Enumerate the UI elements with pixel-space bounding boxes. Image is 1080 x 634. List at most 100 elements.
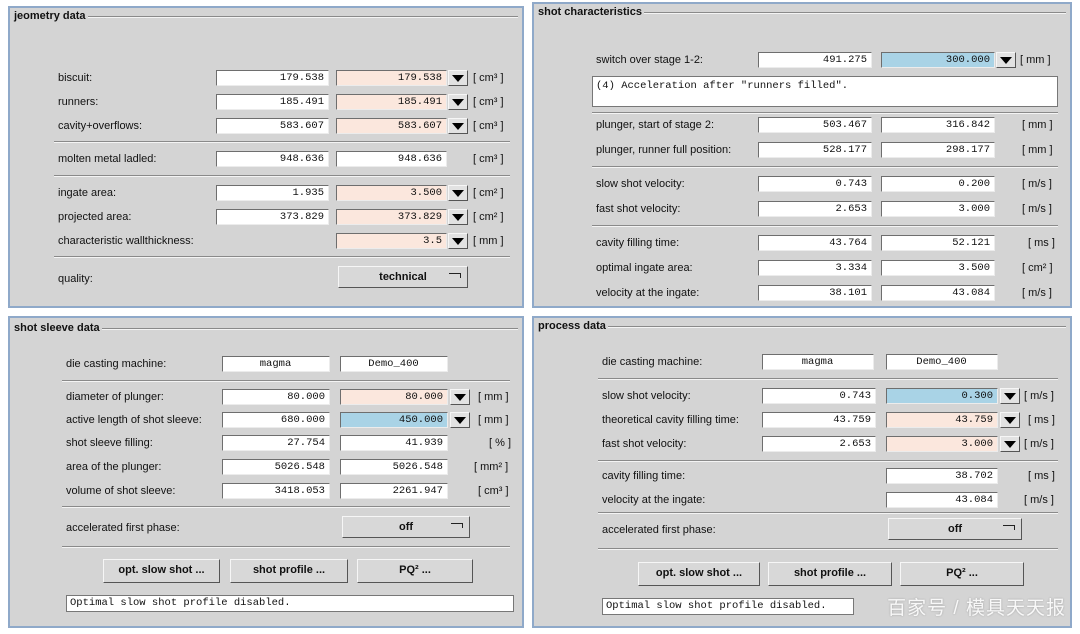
quality-option-menu[interactable]: technical bbox=[338, 266, 468, 288]
biscuit-calc-field[interactable]: 179.538 bbox=[216, 70, 329, 86]
pq2-button[interactable]: PQ² ... bbox=[357, 559, 473, 583]
switch-over-dropdown-button[interactable] bbox=[996, 52, 1016, 68]
switch-over-label: switch over stage 1-2: bbox=[596, 54, 703, 66]
diameter-plunger-label: diameter of plunger: bbox=[66, 391, 164, 403]
velocity-ingate-label: velocity at the ingate: bbox=[596, 287, 700, 299]
opt-slow-shot-button[interactable]: opt. slow shot ... bbox=[638, 562, 760, 586]
active-length-calc-field[interactable]: 680.000 bbox=[222, 412, 330, 428]
slow-shot-velocity-dropdown-button[interactable] bbox=[1000, 388, 1020, 404]
shot-profile-button[interactable]: shot profile ... bbox=[230, 559, 348, 583]
runners-calc-field[interactable]: 185.491 bbox=[216, 94, 329, 110]
accelerated-first-phase-option-menu[interactable]: off bbox=[888, 518, 1022, 540]
ingate-area-calc-field[interactable]: 1.935 bbox=[216, 185, 329, 201]
fast-shot-velocity-dropdown-button[interactable] bbox=[1000, 436, 1020, 452]
biscuit-dropdown-button[interactable] bbox=[448, 70, 468, 86]
shot-characteristics-panel: shot characteristics switch over stage 1… bbox=[532, 2, 1072, 308]
die-casting-machine-label: die casting machine: bbox=[66, 358, 167, 370]
theoretical-filling-time-dropdown-button[interactable] bbox=[1000, 412, 1020, 428]
active-length-value-field[interactable]: 450.000 bbox=[340, 412, 448, 428]
cavity-overflows-value-field[interactable]: 583.607 bbox=[336, 118, 447, 134]
fast-shot-velocity-label: fast shot velocity: bbox=[596, 203, 681, 215]
unit-label: [ cm³ ] bbox=[473, 96, 504, 108]
volume-shot-sleeve-calc-field[interactable]: 3418.053 bbox=[222, 483, 330, 499]
unit-label: [ cm² ] bbox=[473, 211, 504, 223]
optimal-ingate-area-value-field: 3.500 bbox=[881, 260, 995, 276]
accelerated-first-phase-value: off bbox=[398, 521, 414, 533]
shot-profile-button[interactable]: shot profile ... bbox=[768, 562, 892, 586]
theoretical-filling-time-label: theoretical cavity filling time: bbox=[602, 414, 739, 426]
section-divider bbox=[598, 512, 1058, 514]
shot-sleeve-filling-calc-field[interactable]: 27.754 bbox=[222, 435, 330, 451]
theoretical-filling-time-value-field[interactable]: 43.759 bbox=[886, 412, 998, 428]
diameter-plunger-calc-field[interactable]: 80.000 bbox=[222, 389, 330, 405]
wallthickness-value-field[interactable]: 3.5 bbox=[336, 233, 447, 249]
projected-area-calc-field[interactable]: 373.829 bbox=[216, 209, 329, 225]
machine-value-field[interactable]: Demo_400 bbox=[340, 356, 448, 372]
theoretical-filling-time-calc-field[interactable]: 43.759 bbox=[762, 412, 876, 428]
runners-value-field[interactable]: 185.491 bbox=[336, 94, 447, 110]
slow-shot-velocity-calc-field[interactable]: 0.743 bbox=[758, 176, 872, 192]
machine-calc-field[interactable]: magma bbox=[762, 354, 874, 370]
machine-value-field[interactable]: Demo_400 bbox=[886, 354, 998, 370]
slow-shot-velocity-value-field[interactable]: 0.300 bbox=[886, 388, 998, 404]
section-divider bbox=[54, 256, 510, 258]
unit-label: [ ms ] bbox=[1028, 470, 1055, 482]
projected-area-value-field[interactable]: 373.829 bbox=[336, 209, 447, 225]
velocity-ingate-calc-field[interactable]: 38.101 bbox=[758, 285, 872, 301]
machine-calc-field[interactable]: magma bbox=[222, 356, 330, 372]
runners-label: runners: bbox=[58, 96, 99, 108]
quality-label: quality: bbox=[58, 273, 93, 285]
switch-over-value-field[interactable]: 300.000 bbox=[881, 52, 995, 68]
fast-shot-velocity-value-field[interactable]: 3.000 bbox=[886, 436, 998, 452]
fast-shot-velocity-label: fast shot velocity: bbox=[602, 438, 687, 450]
area-plunger-value-field: 5026.548 bbox=[340, 459, 448, 475]
fast-shot-velocity-calc-field[interactable]: 2.653 bbox=[758, 201, 872, 217]
slow-shot-velocity-label: slow shot velocity: bbox=[602, 390, 691, 402]
stage-message-box: (4) Acceleration after "runners filled". bbox=[592, 76, 1058, 107]
geometry-data-panel: jeometry data biscuit: 179.538 179.538 [… bbox=[8, 6, 524, 308]
ingate-area-dropdown-button[interactable] bbox=[448, 185, 468, 201]
molten-metal-calc-field[interactable]: 948.636 bbox=[216, 151, 329, 167]
biscuit-label: biscuit: bbox=[58, 72, 93, 84]
unit-label: [ cm³ ] bbox=[478, 485, 509, 497]
opt-slow-shot-button[interactable]: opt. slow shot ... bbox=[103, 559, 220, 583]
panel-title: process data bbox=[536, 320, 608, 332]
fast-shot-velocity-calc-field[interactable]: 2.653 bbox=[762, 436, 876, 452]
section-divider bbox=[62, 380, 510, 382]
option-menu-icon bbox=[1003, 525, 1015, 530]
section-divider bbox=[592, 166, 1058, 168]
unit-label: [ m/s ] bbox=[1022, 287, 1052, 299]
quality-value: technical bbox=[379, 271, 427, 283]
runners-dropdown-button[interactable] bbox=[448, 94, 468, 110]
shot-sleeve-filling-label: shot sleeve filling: bbox=[66, 437, 153, 449]
optimal-ingate-area-calc-field[interactable]: 3.334 bbox=[758, 260, 872, 276]
ingate-area-value-field[interactable]: 3.500 bbox=[336, 185, 447, 201]
status-message: Optimal slow shot profile disabled. bbox=[66, 595, 514, 612]
cavity-overflows-calc-field[interactable]: 583.607 bbox=[216, 118, 329, 134]
slow-shot-velocity-calc-field[interactable]: 0.743 bbox=[762, 388, 876, 404]
section-divider bbox=[62, 506, 510, 508]
diameter-plunger-value-field[interactable]: 80.000 bbox=[340, 389, 448, 405]
wallthickness-dropdown-button[interactable] bbox=[448, 233, 468, 249]
plunger-runner-full-calc-field[interactable]: 528.177 bbox=[758, 142, 872, 158]
wallthickness-label: characteristic wallthickness: bbox=[58, 235, 194, 247]
biscuit-value-field[interactable]: 179.538 bbox=[336, 70, 447, 86]
switch-over-calc-field[interactable]: 491.275 bbox=[758, 52, 872, 68]
area-plunger-calc-field[interactable]: 5026.548 bbox=[222, 459, 330, 475]
plunger-start-stage2-calc-field[interactable]: 503.467 bbox=[758, 117, 872, 133]
active-length-dropdown-button[interactable] bbox=[450, 412, 470, 428]
cavity-overflows-dropdown-button[interactable] bbox=[448, 118, 468, 134]
accelerated-first-phase-option-menu[interactable]: off bbox=[342, 516, 470, 538]
unit-label: [ mm ] bbox=[473, 235, 504, 247]
projected-area-dropdown-button[interactable] bbox=[448, 209, 468, 225]
cavity-overflows-label: cavity+overflows: bbox=[58, 120, 143, 132]
diameter-plunger-dropdown-button[interactable] bbox=[450, 389, 470, 405]
unit-label: [ m/s ] bbox=[1022, 203, 1052, 215]
optimal-ingate-area-label: optimal ingate area: bbox=[596, 262, 693, 274]
plunger-start-stage2-value-field: 316.842 bbox=[881, 117, 995, 133]
pq2-button[interactable]: PQ² ... bbox=[900, 562, 1024, 586]
unit-label: [ cm² ] bbox=[1022, 262, 1053, 274]
cavity-filling-time-calc-field[interactable]: 43.764 bbox=[758, 235, 872, 251]
die-casting-machine-label: die casting machine: bbox=[602, 356, 703, 368]
shot-sleeve-filling-value-field: 41.939 bbox=[340, 435, 448, 451]
